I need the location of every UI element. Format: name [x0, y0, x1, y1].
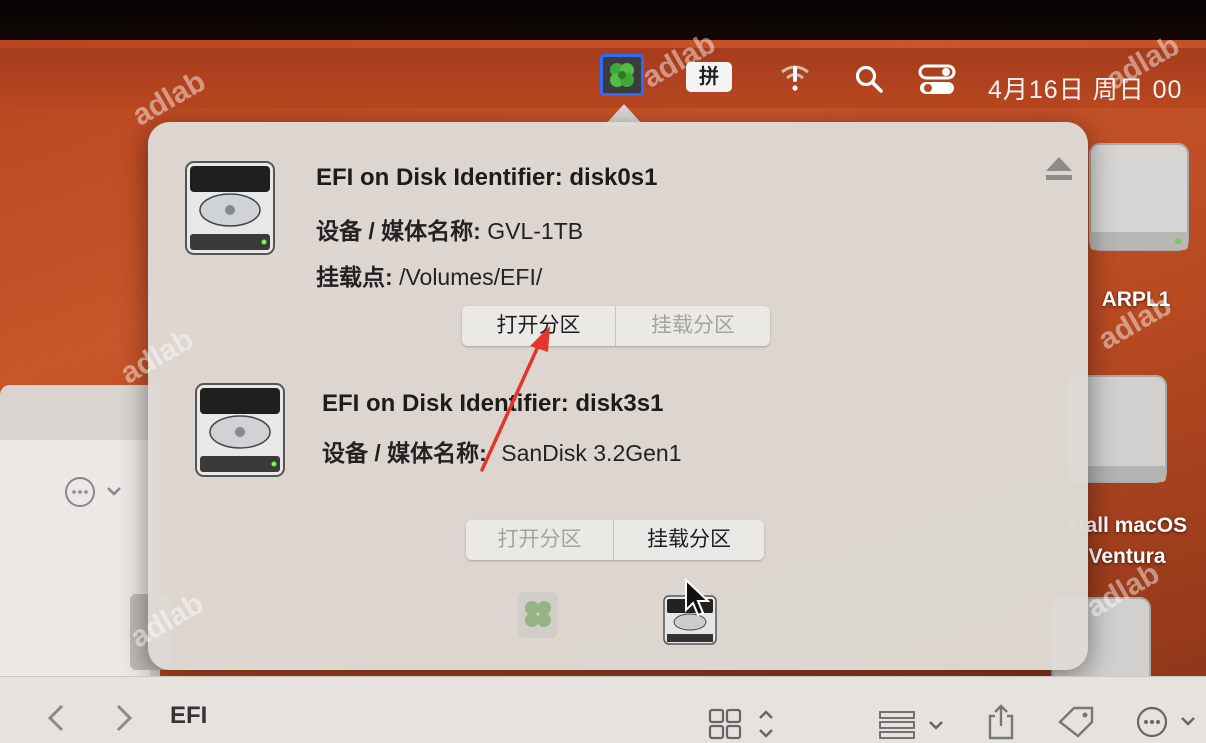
group-icon[interactable]	[878, 708, 950, 742]
share-icon[interactable]	[986, 702, 1016, 740]
mount-partition-button[interactable]: 挂载分区	[614, 520, 764, 560]
hard-disk-icon	[195, 383, 285, 477]
device-name-label: 设备 / 媒体名称:	[316, 218, 481, 244]
open-partition-button[interactable]: 打开分区	[466, 520, 614, 560]
back-icon[interactable]	[44, 702, 68, 734]
mount-point-value: /Volumes/EFI/	[399, 264, 543, 290]
forward-icon[interactable]	[112, 702, 136, 734]
annotation-arrow	[480, 326, 550, 472]
view-grid-icon[interactable]	[708, 708, 780, 742]
wifi-warning-icon[interactable]	[778, 60, 812, 94]
disk-title: EFI on Disk Identifier: disk0s1	[316, 164, 658, 191]
device-name-label: 设备 / 媒体名称:	[322, 440, 487, 466]
more-options-icon	[65, 477, 121, 507]
device-name-row: 设备 / 媒体名称: GVL-1TB	[316, 212, 583, 246]
mount-point-label: 挂载点:	[316, 264, 393, 290]
clover-app-icon[interactable]	[600, 54, 644, 96]
disk-actions: 打开分区 挂载分区	[466, 520, 764, 560]
drive-icon-arpl1[interactable]	[1086, 140, 1192, 260]
mount-point-row: 挂载点: /Volumes/EFI/	[316, 258, 542, 292]
control-center-icon[interactable]	[918, 64, 956, 96]
mouse-cursor-icon	[685, 578, 711, 617]
search-icon[interactable]	[854, 64, 884, 94]
clover-faded-icon[interactable]	[516, 590, 560, 640]
mount-partition-button[interactable]: 挂载分区	[616, 306, 770, 346]
device-name-value: GVL-1TB	[487, 218, 584, 244]
tag-icon[interactable]	[1056, 704, 1096, 738]
hard-disk-icon	[185, 161, 275, 255]
eject-icon[interactable]	[1044, 154, 1074, 182]
finder-window-title: EFI	[170, 702, 208, 729]
action-menu-icon[interactable]	[1136, 706, 1202, 740]
